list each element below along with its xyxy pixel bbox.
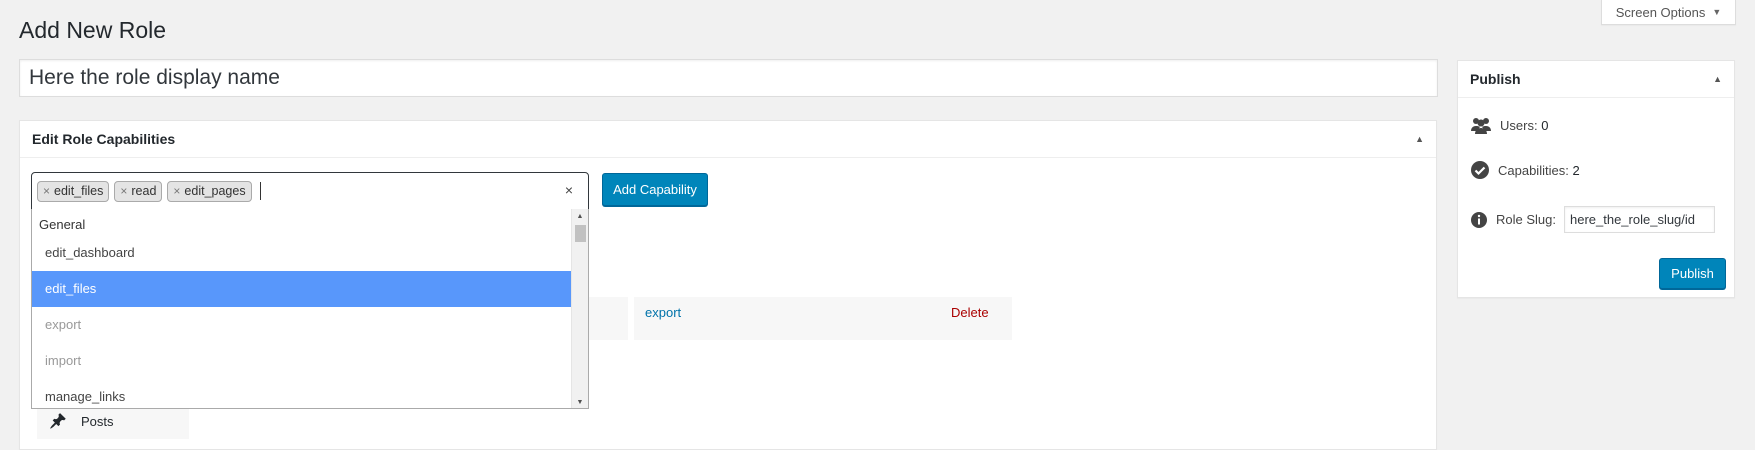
dropdown-group-label: General: [39, 217, 86, 232]
selected-tag[interactable]: × read: [114, 180, 163, 202]
collapse-caret-icon[interactable]: ▲: [1415, 134, 1424, 144]
text-cursor: [259, 182, 261, 200]
scroll-down-icon[interactable]: ▼: [572, 395, 588, 408]
role-name-input[interactable]: Here the role display name: [19, 59, 1438, 97]
publish-title: Publish: [1470, 71, 1521, 87]
collapse-caret-icon[interactable]: ▲: [1713, 74, 1722, 84]
scroll-up-icon[interactable]: ▲: [572, 209, 588, 223]
selected-tag-label: read: [131, 184, 157, 198]
remove-tag-icon[interactable]: ×: [173, 184, 180, 198]
add-capability-button[interactable]: Add Capability: [602, 173, 708, 206]
role-name-value: Here the role display name: [29, 66, 280, 89]
capability-delete-link[interactable]: Delete: [951, 305, 989, 320]
capability-card: export Delete: [634, 297, 1012, 340]
dropdown-option[interactable]: edit_files: [32, 271, 571, 307]
role-slug-label: Role Slug:: [1496, 212, 1556, 227]
selected-tag[interactable]: × edit_files: [37, 180, 110, 202]
role-slug-value: here_the_role_slug/id: [1569, 212, 1696, 227]
screen-options-label: Screen Options: [1615, 4, 1706, 20]
selected-tag-label: edit_pages: [184, 184, 246, 198]
selected-tag-label: edit_files: [54, 184, 104, 198]
scrollbar-thumb[interactable]: [575, 225, 586, 242]
dropdown-option: import: [45, 353, 82, 368]
capabilities-count: 2: [1572, 162, 1580, 178]
users-icon: [1470, 116, 1492, 134]
capabilities-label: Capabilities:: [1498, 162, 1569, 178]
remove-tag-icon[interactable]: ×: [43, 184, 50, 198]
dropdown-option[interactable]: manage_links: [32, 379, 571, 408]
users-row: Users: 0: [1470, 116, 1548, 134]
selected-tag[interactable]: × edit_pages: [167, 180, 252, 202]
tab-posts-label: Posts: [81, 413, 114, 429]
dropdown-option[interactable]: edit_dashboard: [32, 235, 571, 271]
capability-link[interactable]: export: [645, 305, 681, 320]
dropdown-scrollbar[interactable]: ▲ ▼: [571, 209, 588, 408]
caret-down-icon: ▼: [1712, 7, 1722, 17]
role-slug-input[interactable]: here_the_role_slug/id: [1563, 206, 1715, 233]
capability-dropdown: General edit_dashboard edit_files export…: [31, 209, 589, 409]
remove-tag-icon[interactable]: ×: [120, 184, 127, 198]
dropdown-option: export: [45, 317, 82, 332]
role-slug-row: Role Slug: here_the_role_slug/id: [1470, 206, 1715, 233]
edit-capabilities-title: Edit Role Capabilities: [32, 131, 176, 147]
users-label: Users:: [1500, 117, 1538, 133]
publish-header[interactable]: Publish ▲: [1458, 61, 1734, 98]
clear-selection-icon[interactable]: ×: [565, 182, 573, 198]
page-title: Add New Role: [19, 17, 167, 43]
edit-capabilities-header[interactable]: Edit Role Capabilities ▲: [20, 121, 1436, 158]
check-circle-icon: [1470, 160, 1490, 180]
info-icon: [1470, 211, 1488, 229]
capabilities-row: Capabilities: 2: [1470, 160, 1580, 180]
capability-select[interactable]: × edit_files × read × edit_pages ×: [31, 172, 589, 210]
publish-button[interactable]: Publish: [1659, 258, 1726, 289]
screen-options-button[interactable]: Screen Options ▼: [1601, 0, 1736, 25]
users-count: 0: [1541, 117, 1549, 133]
pin-icon: [49, 412, 67, 430]
